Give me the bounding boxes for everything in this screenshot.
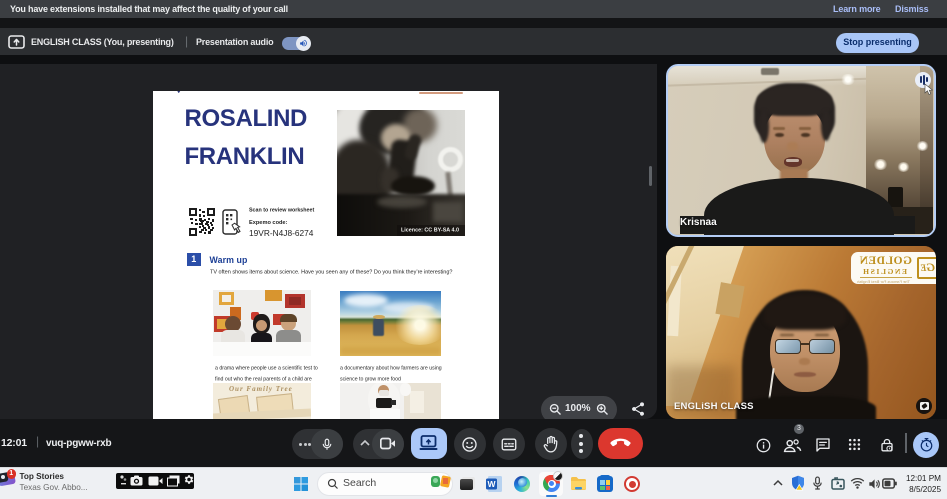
svg-text:W: W [487,479,496,489]
